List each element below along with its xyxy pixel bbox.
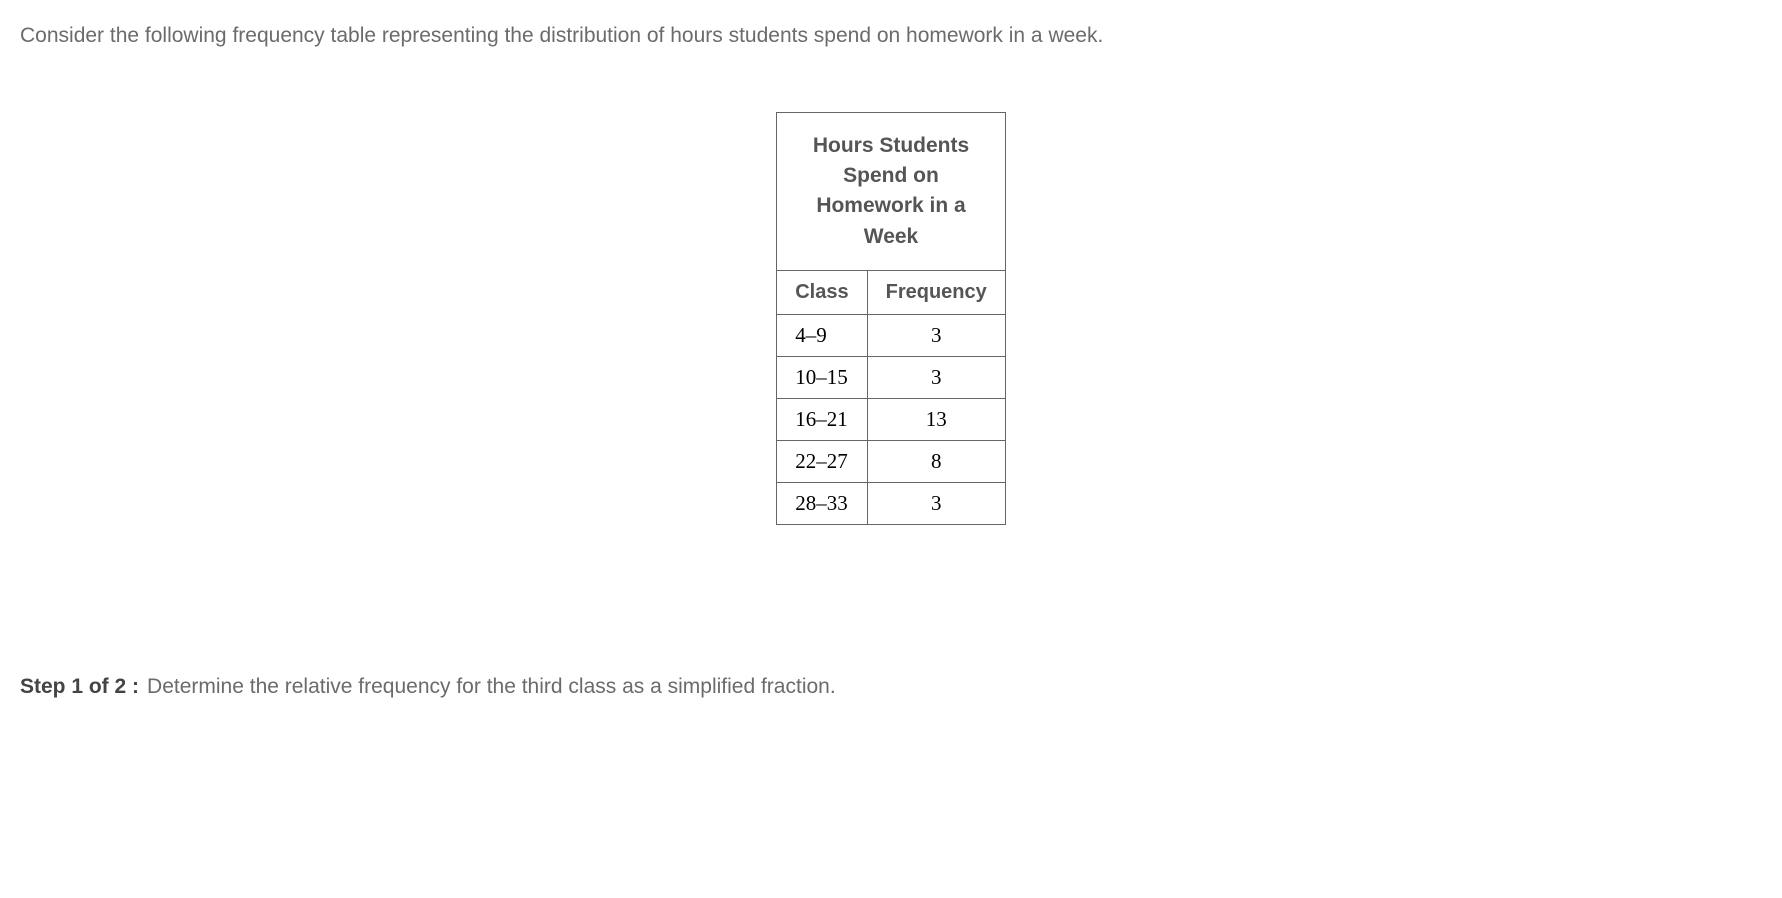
question-prompt: Consider the following frequency table r…: [20, 20, 1762, 52]
table-title-line2: Spend on: [843, 164, 939, 187]
step-container: Step 1 of 2 : Determine the relative fre…: [20, 675, 1762, 699]
step-instruction: Determine the relative frequency for the…: [147, 675, 836, 699]
step-label: Step 1 of 2 :: [20, 675, 139, 699]
column-header-frequency: Frequency: [867, 271, 1005, 315]
frequency-table: Hours Students Spend on Homework in a We…: [776, 112, 1006, 526]
frequency-cell: 3: [867, 315, 1005, 357]
frequency-cell: 8: [867, 441, 1005, 483]
table-row: 4–9 3: [777, 315, 1006, 357]
frequency-cell: 3: [867, 483, 1005, 525]
class-cell: 22–27: [777, 441, 867, 483]
table-title-line4: Week: [864, 225, 918, 248]
table-row: 16–21 13: [777, 399, 1006, 441]
class-cell: 28–33: [777, 483, 867, 525]
frequency-cell: 13: [867, 399, 1005, 441]
table-title-line1: Hours Students: [813, 134, 969, 157]
table-row: 28–33 3: [777, 483, 1006, 525]
table-row: 10–15 3: [777, 357, 1006, 399]
frequency-cell: 3: [867, 357, 1005, 399]
class-cell: 16–21: [777, 399, 867, 441]
column-header-class: Class: [777, 271, 867, 315]
class-cell: 10–15: [777, 357, 867, 399]
table-title: Hours Students Spend on Homework in a We…: [777, 112, 1006, 271]
table-title-line3: Homework in a: [816, 194, 965, 217]
table-row: 22–27 8: [777, 441, 1006, 483]
class-cell: 4–9: [777, 315, 867, 357]
table-container: Hours Students Spend on Homework in a We…: [20, 112, 1762, 526]
